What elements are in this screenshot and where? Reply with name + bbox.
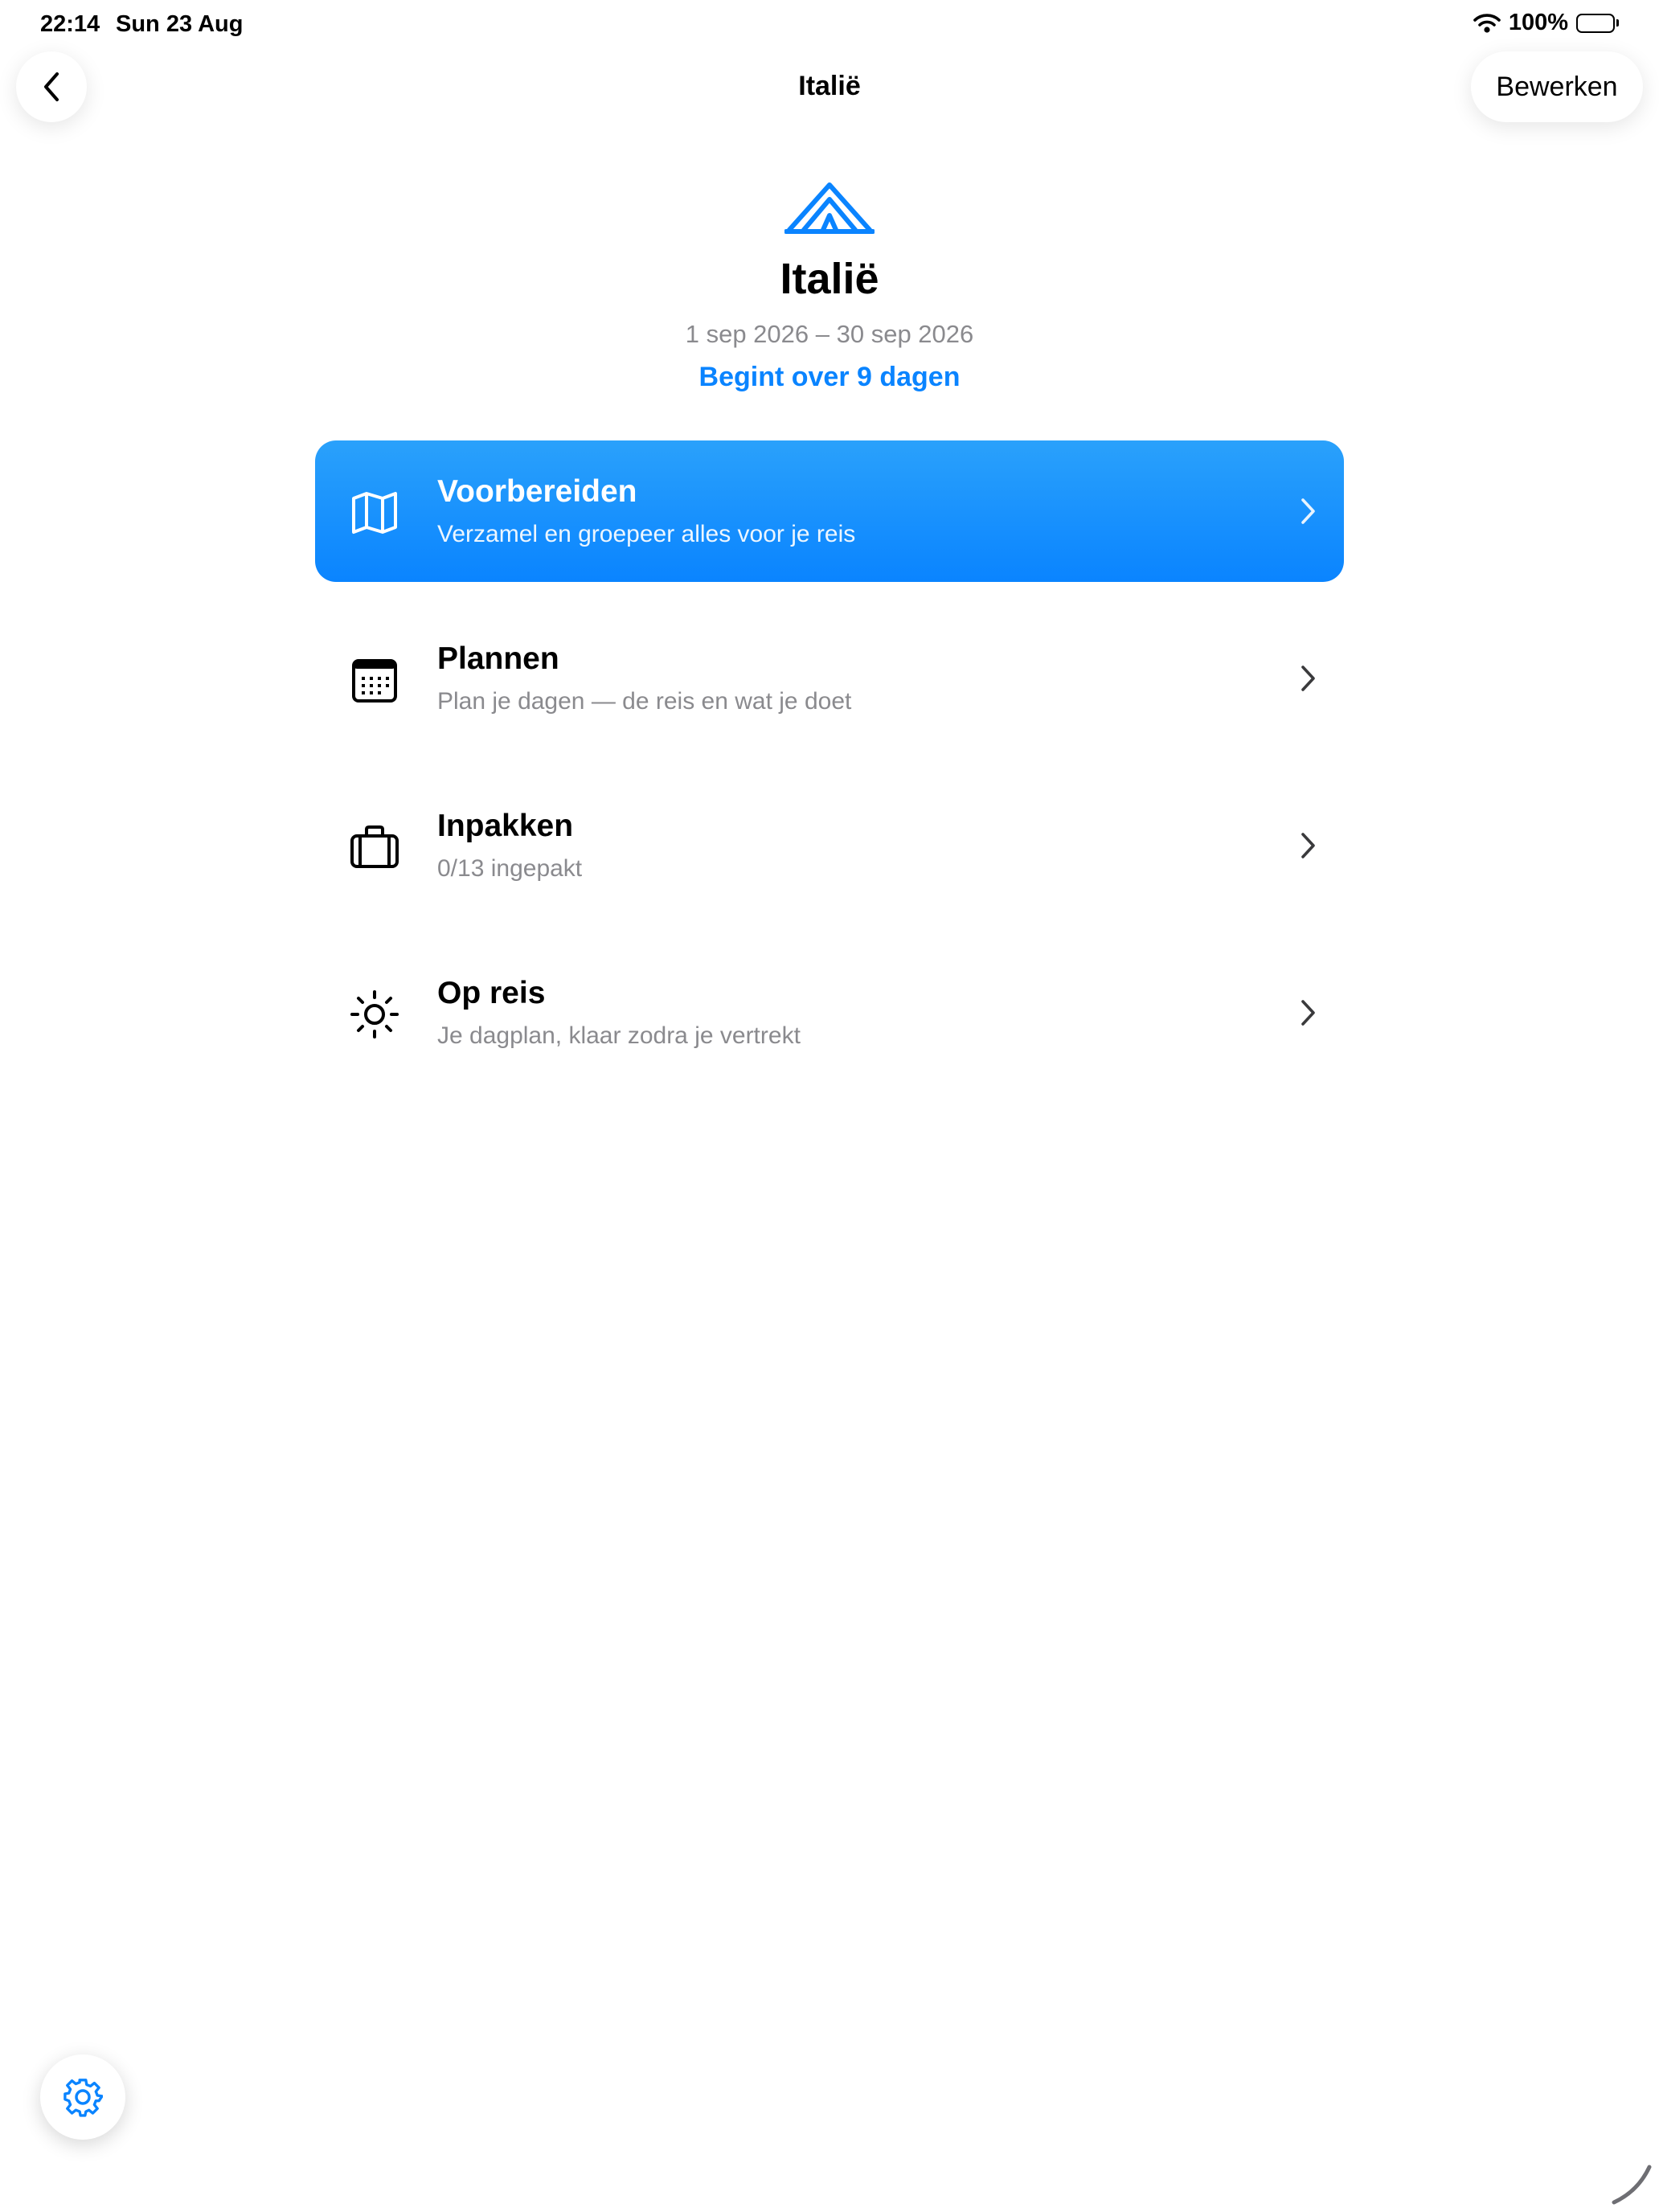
chevron-right-icon	[1301, 1000, 1315, 1026]
suitcase-icon	[349, 821, 400, 873]
menu-item-voorbereiden[interactable]: Voorbereiden Verzamel en groepeer alles …	[315, 440, 1344, 582]
edit-button[interactable]: Bewerken	[1471, 51, 1643, 122]
status-date: Sun 23 Aug	[116, 11, 244, 37]
menu-item-inpakken[interactable]: Inpakken 0/13 ingepakt	[315, 775, 1344, 916]
menu-item-title: Inpakken	[437, 809, 574, 843]
battery-percentage: 100%	[1508, 10, 1568, 35]
chevron-right-icon	[1301, 666, 1315, 691]
wifi-icon	[1473, 13, 1501, 34]
status-indicators: 100%	[1473, 10, 1619, 36]
menu-item-title: Plannen	[437, 641, 559, 676]
trip-detail-screen: 22:14 Sun 23 Aug 100% Italië Bewerken It…	[0, 0, 1659, 2212]
menu-item-subtitle: 0/13 ingepakt	[437, 855, 583, 882]
corner-swipe-indicator	[1612, 2165, 1652, 2205]
trip-dates: 1 sep 2026 – 30 sep 2026	[685, 320, 974, 348]
menu-item-plannen[interactable]: Plannen Plan je dagen — de reis en wat j…	[315, 608, 1344, 749]
calendar-icon	[349, 654, 400, 706]
menu-item-title: Voorbereiden	[437, 474, 637, 509]
menu-item-subtitle: Verzamel en groepeer alles voor je reis	[437, 521, 856, 547]
sun-icon	[349, 989, 400, 1040]
chevron-right-icon	[1301, 833, 1315, 858]
chevron-right-icon	[1301, 498, 1315, 524]
status-bar: 22:14 Sun 23 Aug 100%	[0, 0, 1659, 51]
map-icon	[349, 487, 400, 539]
menu-item-op-reis[interactable]: Op reis Je dagplan, klaar zodra je vertr…	[315, 942, 1344, 1083]
tent-icon	[784, 178, 875, 236]
status-time: 22:14	[40, 11, 100, 37]
battery-icon	[1576, 13, 1619, 33]
menu-item-title: Op reis	[437, 976, 546, 1010]
nav-title: Italië	[798, 71, 861, 101]
trip-countdown: Begint over 9 dagen	[698, 362, 961, 392]
menu-item-subtitle: Plan je dagen — de reis en wat je doet	[437, 688, 852, 715]
menu-item-subtitle: Je dagplan, klaar zodra je vertrekt	[437, 1022, 801, 1049]
settings-button[interactable]	[40, 2054, 125, 2140]
gear-icon	[63, 2079, 103, 2117]
trip-title: Italië	[780, 255, 879, 303]
